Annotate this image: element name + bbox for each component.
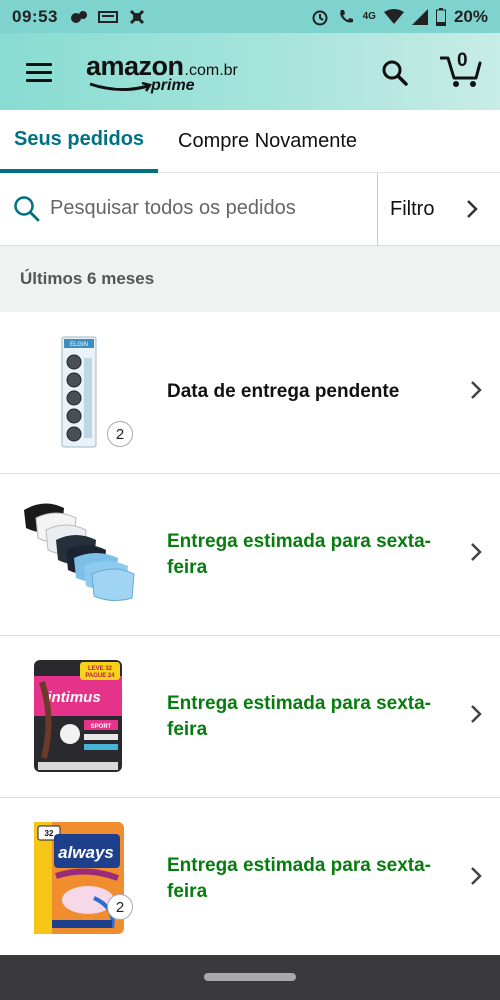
status-line: feira [167, 557, 208, 578]
status-line: Entrega estimada para sexta- [167, 855, 432, 876]
order-row[interactable]: Entrega estimada para sexta- feira [0, 474, 500, 636]
call-icon [339, 9, 353, 22]
order-row[interactable]: 32 always 2 Entrega estimada para sexta-… [0, 798, 500, 956]
filter-label: Filtro [390, 197, 435, 220]
network-type: 4G [362, 11, 376, 22]
delivery-status: Entrega estimada para sexta- feira [167, 529, 467, 581]
chevron-right-icon [467, 200, 478, 218]
status-right-icons: 4G 20% [311, 7, 488, 27]
amazon-logo[interactable]: amazon.com.br prime [86, 51, 238, 95]
menu-icon[interactable] [26, 63, 52, 83]
delivery-status: Entrega estimada para sexta- feira [167, 691, 467, 743]
tab-your-orders[interactable]: Seus pedidos [0, 110, 159, 173]
battery-percent: 20% [453, 6, 488, 26]
logo-smile-icon [89, 82, 153, 92]
alarm-icon [312, 10, 328, 25]
product-image: LEVE 32 PAGUE 24 intimus SPORT [22, 658, 138, 776]
order-search-input[interactable] [50, 193, 370, 224]
always-pads-image: 32 always [34, 822, 124, 934]
filter-button[interactable]: Filtro [378, 173, 500, 246]
always-brand: always [58, 843, 114, 862]
order-row[interactable]: ELGIN 2 Data de entrega pendente [0, 312, 500, 474]
search-icon[interactable] [381, 59, 409, 87]
status-bar: 09:53 4G 20% [0, 0, 500, 33]
home-gesture-bar[interactable] [204, 973, 296, 981]
intimus-promo-bottom: PAGUE 24 [85, 673, 115, 679]
section-title: Últimos 6 meses [20, 269, 155, 288]
cart-button[interactable]: 0 [439, 50, 482, 89]
logo-prime: prime [151, 77, 195, 94]
app-header: amazon.com.br prime 0 [0, 33, 500, 110]
app-notification-icon [70, 10, 87, 23]
quantity-badge: 2 [107, 421, 133, 447]
notification-icons [70, 9, 146, 25]
battery-brand: ELGIN [70, 342, 88, 348]
bug-notification-icon [129, 9, 145, 24]
status-line: Entrega estimada para sexta- [167, 531, 432, 552]
order-row[interactable]: LEVE 32 PAGUE 24 intimus SPORT Entrega e… [0, 636, 500, 798]
status-time: 09:53 [12, 6, 58, 26]
intimus-line: SPORT [91, 724, 112, 730]
chevron-right-icon [471, 867, 482, 885]
signal-icon [411, 8, 428, 25]
always-badge: 32 [45, 829, 54, 838]
tab-buy-again[interactable]: Compre Novamente [158, 110, 377, 173]
intimus-pads-image: LEVE 32 PAGUE 24 intimus SPORT [34, 660, 122, 772]
product-image [22, 496, 138, 614]
product-image: 32 always [22, 820, 138, 938]
chevron-right-icon [471, 543, 482, 561]
cart-count: 0 [457, 50, 468, 71]
wifi-icon [383, 8, 404, 24]
fabric-masks-image [24, 503, 135, 602]
shop-notification-icon [97, 10, 118, 23]
intimus-brand: intimus [47, 689, 100, 706]
section-header: Últimos 6 meses [0, 246, 500, 312]
chevron-right-icon [471, 381, 482, 399]
status-line: Entrega estimada para sexta- [167, 693, 432, 714]
delivery-status: Entrega estimada para sexta- feira [167, 853, 467, 905]
status-line: feira [167, 719, 208, 740]
orders-tabs: Seus pedidos Compre Novamente [0, 110, 500, 173]
delivery-status: Data de entrega pendente [167, 381, 400, 402]
chevron-right-icon [471, 705, 482, 723]
status-line: feira [167, 881, 208, 902]
quantity-badge: 2 [107, 894, 133, 920]
system-nav-bar [0, 955, 500, 1000]
order-search-field[interactable] [0, 172, 378, 246]
intimus-promo-top: LEVE 32 [88, 666, 113, 672]
search-row: Filtro [0, 172, 500, 246]
search-icon [14, 195, 40, 221]
orders-list: ELGIN 2 Data de entrega pendente Entrega… [0, 312, 500, 956]
battery-icon [435, 7, 446, 26]
